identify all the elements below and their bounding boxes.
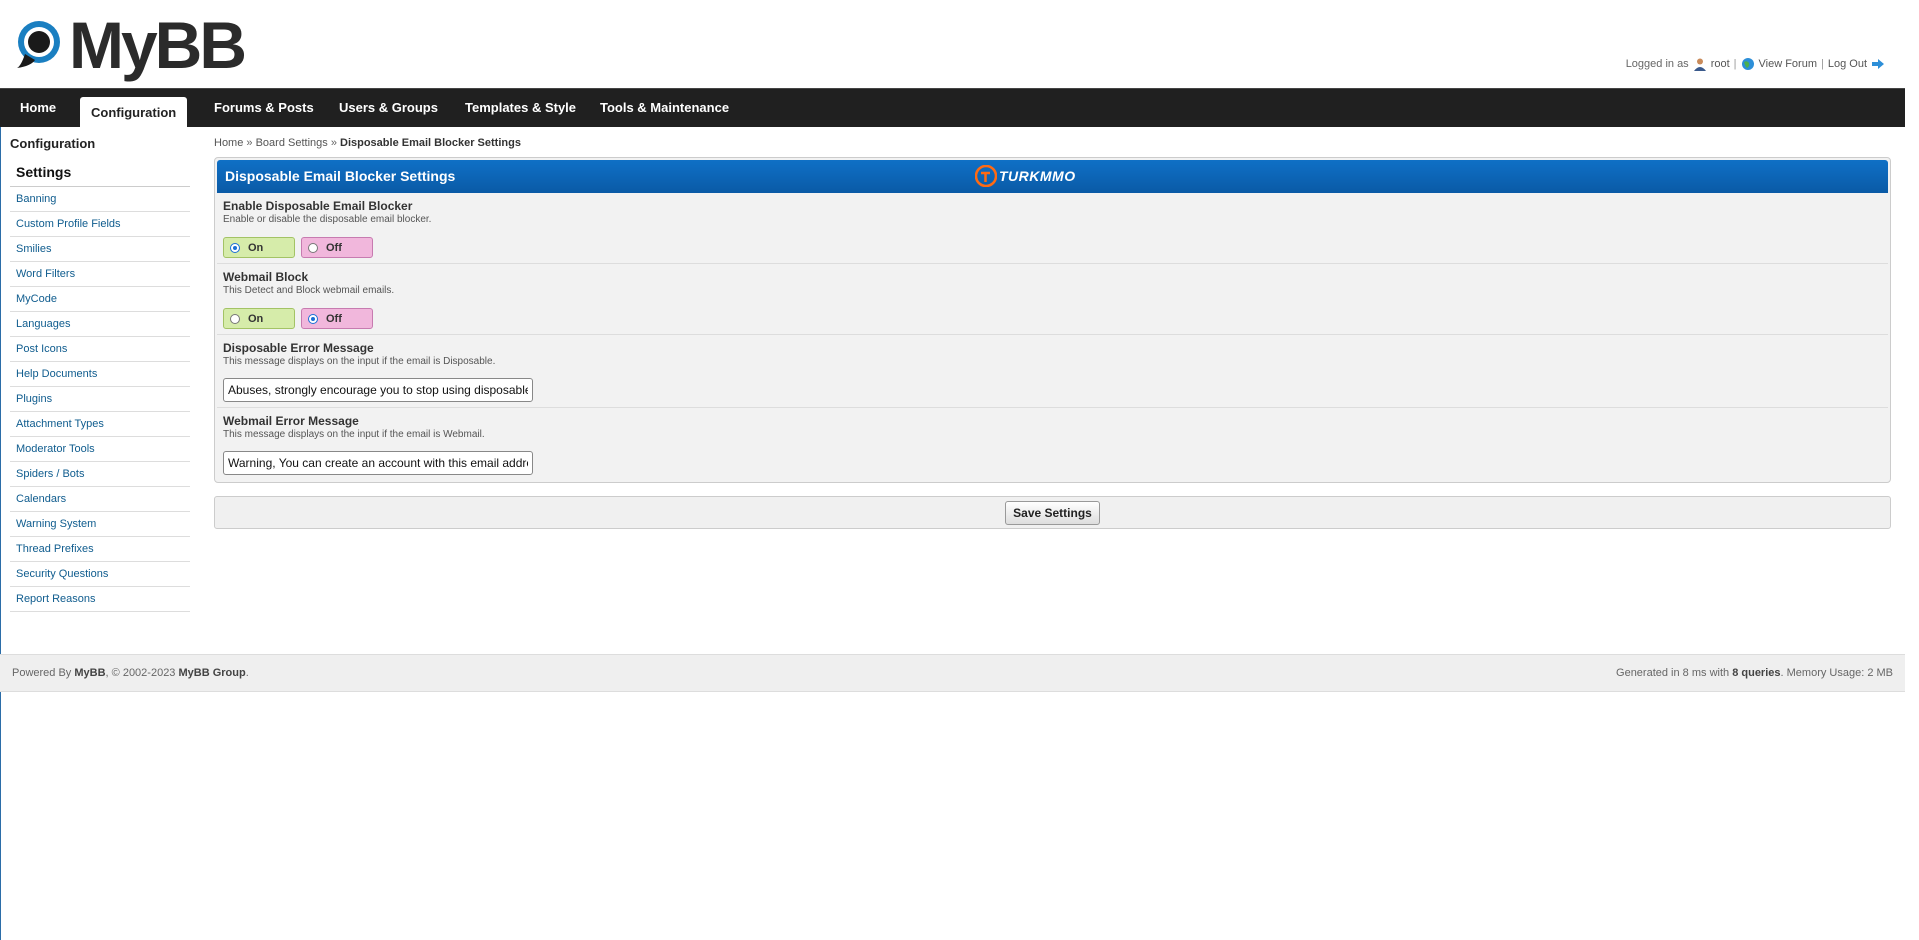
radio-group: On Off: [223, 237, 1882, 258]
username-link[interactable]: root: [1711, 58, 1730, 70]
setting-webmail-error-message: Webmail Error Message This message displ…: [217, 408, 1888, 480]
setting-description: This message displays on the input if th…: [223, 429, 485, 440]
footer-period: .: [245, 667, 249, 679]
panel-title: Disposable Email Blocker Settings: [225, 168, 456, 184]
main-nav: Home Configuration Forums & Posts Users …: [0, 88, 1905, 127]
setting-title: Enable Disposable Email Blocker: [223, 199, 413, 213]
breadcrumb-current: Disposable Email Blocker Settings: [340, 137, 521, 149]
save-bar: Save Settings: [214, 496, 1891, 529]
mybb-logo[interactable]: MyBB: [15, 8, 247, 82]
nav-configuration[interactable]: Configuration: [80, 97, 188, 127]
breadcrumb-separator: »: [246, 137, 253, 149]
setting-webmail-block: Webmail Block This Detect and Block webm…: [217, 264, 1888, 335]
footer-powered-by: Powered By MyBB, © 2002-2023 MyBB Group.: [12, 655, 249, 691]
window-edge: [1905, 0, 1919, 940]
mybb-group-link[interactable]: MyBB Group: [179, 667, 246, 679]
settings-panel: Disposable Email Blocker Settings TURKMM…: [214, 157, 1891, 483]
sidebar-item-word-filters[interactable]: Word Filters: [10, 262, 190, 287]
radio-on[interactable]: On: [223, 237, 295, 258]
radio-label: On: [248, 312, 264, 325]
setting-disposable-error-message: Disposable Error Message This message di…: [217, 335, 1888, 408]
sidebar-title: Configuration: [10, 136, 96, 151]
setting-title: Disposable Error Message: [223, 341, 374, 355]
sidebar: Configuration Settings Banning Custom Pr…: [10, 135, 190, 612]
user-bar: Logged in as root | View Forum | Log Out: [1626, 57, 1885, 71]
webmail-error-input[interactable]: [223, 451, 533, 475]
brand-text: TURKMMO: [999, 168, 1076, 184]
nav-home[interactable]: Home: [20, 89, 56, 127]
sidebar-item-banning[interactable]: Banning: [10, 187, 190, 212]
sidebar-item-calendars[interactable]: Calendars: [10, 487, 190, 512]
radio-label: Off: [326, 241, 342, 254]
separator: |: [1733, 58, 1737, 70]
breadcrumb: Home » Board Settings » Disposable Email…: [214, 134, 1891, 152]
page-left-border: [0, 0, 1, 940]
radio-on[interactable]: On: [223, 308, 295, 329]
radio-dot[interactable]: [308, 242, 318, 253]
log-out-icon[interactable]: [1871, 58, 1885, 70]
breadcrumb-separator: »: [330, 137, 337, 149]
radio-off[interactable]: Off: [301, 237, 373, 258]
save-settings-button[interactable]: Save Settings: [1005, 500, 1100, 525]
sidebar-item-report-reasons[interactable]: Report Reasons: [10, 587, 190, 612]
queries-count[interactable]: 8 queries: [1732, 667, 1780, 679]
sidebar-item-mycode[interactable]: MyCode: [10, 287, 190, 312]
mybb-logo-icon: [17, 21, 60, 68]
setting-description: Enable or disable the disposable email b…: [223, 214, 432, 225]
nav-forums-posts[interactable]: Forums & Posts: [214, 89, 314, 127]
radio-off[interactable]: Off: [301, 308, 373, 329]
radio-label: Off: [326, 312, 342, 325]
breadcrumb-board-settings[interactable]: Board Settings: [256, 137, 328, 149]
memory-usage: . Memory Usage: 2 MB: [1780, 667, 1893, 679]
footer-stats: Generated in 8 ms with 8 queries. Memory…: [1616, 655, 1893, 691]
radio-label: On: [248, 241, 264, 254]
radio-dot[interactable]: [230, 313, 240, 324]
radio-dot-selected[interactable]: [230, 242, 240, 253]
setting-enable-blocker: Enable Disposable Email Blocker Enable o…: [217, 193, 1888, 264]
sidebar-item-help-documents[interactable]: Help Documents: [10, 362, 190, 387]
sidebar-item-post-icons[interactable]: Post Icons: [10, 337, 190, 362]
setting-title: Webmail Block: [223, 270, 309, 284]
sidebar-item-security-questions[interactable]: Security Questions: [10, 562, 190, 587]
globe-icon: [1741, 58, 1754, 70]
sidebar-item-plugins[interactable]: Plugins: [10, 387, 190, 412]
view-forum-link[interactable]: View Forum: [1759, 58, 1817, 70]
nav-tools-maintenance[interactable]: Tools & Maintenance: [600, 89, 729, 127]
log-out-link[interactable]: Log Out: [1828, 58, 1867, 70]
setting-title: Webmail Error Message: [223, 414, 359, 428]
header: MyBB Logged in as root | View Forum | Lo…: [0, 0, 1905, 88]
logo-text: MyBB: [69, 8, 247, 82]
turkmmo-logo-icon: [975, 165, 997, 187]
footer: Powered By MyBB, © 2002-2023 MyBB Group.…: [0, 654, 1905, 692]
main-content: Home » Board Settings » Disposable Email…: [214, 134, 1891, 529]
user-icon: [1693, 58, 1706, 71]
nav-users-groups[interactable]: Users & Groups: [339, 89, 438, 127]
breadcrumb-home[interactable]: Home: [214, 137, 243, 149]
sidebar-item-spiders-bots[interactable]: Spiders / Bots: [10, 462, 190, 487]
sidebar-item-smilies[interactable]: Smilies: [10, 237, 190, 262]
generated-prefix: Generated in 8 ms with: [1616, 667, 1730, 679]
nav-templates-style[interactable]: Templates & Style: [465, 89, 576, 127]
copyright-text: , © 2002-2023: [105, 667, 176, 679]
turkmmo-brand: TURKMMO: [975, 165, 1076, 187]
logged-in-label: Logged in as: [1625, 58, 1689, 70]
sidebar-item-custom-profile-fields[interactable]: Custom Profile Fields: [10, 212, 190, 237]
sidebar-item-moderator-tools[interactable]: Moderator Tools: [10, 437, 190, 462]
panel-header: Disposable Email Blocker Settings TURKMM…: [217, 160, 1888, 193]
radio-group: On Off: [223, 308, 1882, 329]
radio-dot-selected[interactable]: [308, 313, 318, 324]
setting-description: This Detect and Block webmail emails.: [223, 285, 395, 296]
sidebar-item-warning-system[interactable]: Warning System: [10, 512, 190, 537]
sidebar-item-languages[interactable]: Languages: [10, 312, 190, 337]
mybb-link[interactable]: MyBB: [74, 667, 105, 679]
powered-prefix: Powered By: [12, 667, 72, 679]
separator: |: [1821, 58, 1824, 70]
disposable-error-input[interactable]: [223, 378, 533, 402]
sidebar-item-thread-prefixes[interactable]: Thread Prefixes: [10, 537, 190, 562]
sidebar-item-attachment-types[interactable]: Attachment Types: [10, 412, 190, 437]
setting-description: This message displays on the input if th…: [223, 356, 496, 367]
sidebar-heading[interactable]: Settings: [10, 158, 190, 187]
